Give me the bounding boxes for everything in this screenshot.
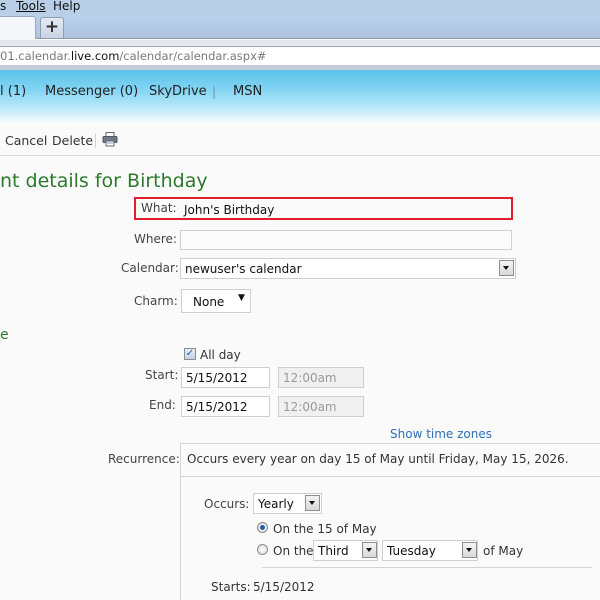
- weekday-select-value: Tuesday: [387, 544, 436, 558]
- occurs-select-value: Yearly: [258, 497, 294, 511]
- new-tab-button[interactable]: +: [40, 17, 64, 38]
- show-time-zones-link[interactable]: Show time zones: [390, 427, 492, 441]
- menu-item-tools[interactable]: Tools: [16, 0, 46, 13]
- where-input[interactable]: [180, 230, 512, 250]
- event-toolbar: Cancel Delete: [0, 122, 600, 156]
- site-header: l (1) Messenger (0) SkyDrive | MSN: [0, 70, 600, 122]
- on-day-radio[interactable]: [257, 522, 268, 533]
- delete-button[interactable]: Delete: [52, 133, 93, 148]
- menu-item-partial[interactable]: s: [0, 0, 6, 13]
- toolbar-separator: [95, 134, 96, 148]
- browser-tab-active[interactable]: [0, 16, 36, 39]
- recurrence-divider: [262, 567, 592, 568]
- on-weekday-radio[interactable]: [257, 544, 268, 555]
- browser-menu-bar: s Tools Help: [0, 0, 600, 14]
- nav-mail[interactable]: l (1): [0, 84, 26, 99]
- nav-messenger[interactable]: Messenger (0): [45, 84, 138, 99]
- url-prefix: 01.calendar.: [0, 49, 71, 63]
- start-date-input[interactable]: 5/15/2012: [181, 367, 270, 388]
- end-date-input[interactable]: 5/15/2012: [181, 396, 270, 417]
- start-time-input[interactable]: 12:00am: [278, 367, 364, 388]
- ordinal-select-value: Third: [318, 544, 349, 558]
- nav-separator: |: [212, 85, 217, 99]
- what-label: What:: [141, 201, 177, 215]
- calendar-label: Calendar:: [121, 261, 179, 275]
- printer-icon[interactable]: [102, 132, 118, 147]
- starts-label: Starts:: [211, 580, 251, 594]
- browser-tab-strip: +: [0, 14, 600, 39]
- charm-select-value: None: [193, 295, 225, 309]
- on-weekday-prefix: On the: [273, 544, 314, 558]
- url-domain: live.com: [70, 49, 120, 63]
- section-heading-when: e: [0, 327, 9, 343]
- charm-label: Charm:: [134, 294, 178, 308]
- address-bar[interactable]: 01.calendar.live.com/calendar/calendar.a…: [0, 46, 600, 66]
- end-time-input[interactable]: 12:00am: [278, 396, 364, 417]
- recurrence-summary-text: Occurs every year on day 15 of May until…: [187, 452, 569, 466]
- page-title: nt details for Birthday: [0, 170, 208, 192]
- all-day-label: All day: [200, 348, 241, 362]
- weekday-dropdown-arrow-icon[interactable]: [462, 542, 477, 558]
- charm-select[interactable]: None ▼: [181, 289, 251, 313]
- cancel-button[interactable]: Cancel: [5, 133, 47, 148]
- what-input[interactable]: John's Birthday: [180, 200, 510, 220]
- occurs-label: Occurs:: [204, 497, 250, 511]
- address-text: 01.calendar.live.com/calendar/calendar.a…: [0, 49, 267, 63]
- url-path: /calendar/calendar.aspx#: [119, 49, 267, 63]
- start-label: Start:: [145, 368, 179, 382]
- of-month-label: of May: [483, 544, 524, 558]
- starts-value: 5/15/2012: [253, 580, 315, 594]
- end-label: End:: [149, 398, 176, 412]
- recurrence-label: Recurrence:: [108, 452, 180, 466]
- calendar-dropdown-arrow-icon[interactable]: [499, 260, 514, 276]
- nav-skydrive[interactable]: SkyDrive: [149, 84, 207, 99]
- ordinal-dropdown-arrow-icon[interactable]: [362, 542, 377, 558]
- on-day-label: On the 15 of May: [273, 522, 377, 536]
- nav-msn[interactable]: MSN: [233, 84, 262, 99]
- calendar-select[interactable]: newuser's calendar: [180, 258, 516, 279]
- occurs-dropdown-arrow-icon[interactable]: [305, 495, 320, 511]
- menu-item-help[interactable]: Help: [53, 0, 80, 13]
- calendar-select-value: newuser's calendar: [185, 262, 302, 276]
- charm-dropdown-arrow-icon: ▼: [238, 293, 245, 303]
- recurrence-summary[interactable]: Occurs every year on day 15 of May until…: [180, 443, 600, 477]
- all-day-checkbox[interactable]: ✓: [184, 348, 196, 360]
- where-label: Where:: [134, 232, 177, 246]
